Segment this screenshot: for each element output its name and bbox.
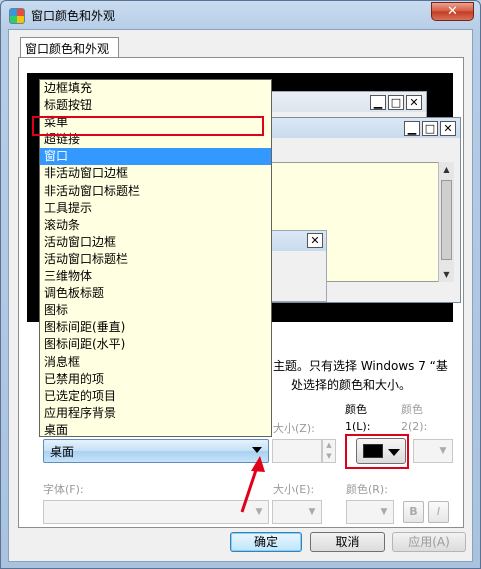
item-size-spinner: ▲ ▼ <box>322 439 336 463</box>
list-item[interactable]: 工具提示 <box>40 200 271 217</box>
list-item[interactable]: 边框填充 <box>40 80 271 97</box>
font-color-label: 颜色(R): <box>346 483 388 496</box>
item-size-field <box>272 439 322 463</box>
preview-scrollbar: ▲ ▼ <box>438 162 454 282</box>
spin-down-icon: ▼ <box>326 452 332 460</box>
close-icon: ✕ <box>307 233 323 248</box>
list-item[interactable]: 调色板标题 <box>40 285 271 302</box>
list-item[interactable]: 图标间距(垂直) <box>40 319 271 336</box>
list-item[interactable]: 三维物体 <box>40 268 271 285</box>
list-item[interactable]: 应用程序背景 <box>40 405 271 422</box>
color1-label-bottom: 1(L): <box>345 420 371 433</box>
font-label: 字体(F): <box>43 483 84 496</box>
font-combo: ▼ <box>43 500 269 524</box>
close-icon: ✕ <box>440 121 456 136</box>
color2-label-bottom: 2(2): <box>401 420 428 433</box>
close-icon: ✕ <box>406 95 422 110</box>
scroll-up-icon: ▲ <box>443 165 450 174</box>
italic-button: I <box>428 501 449 523</box>
list-item[interactable]: 消息框 <box>40 354 271 371</box>
list-item[interactable]: 图标间距(水平) <box>40 336 271 353</box>
chevron-down-icon <box>252 447 262 453</box>
item-combo-value: 桌面 <box>50 445 75 459</box>
list-item[interactable]: 非活动窗口边框 <box>40 165 271 182</box>
info-text-line1: 主题。只有选择 Windows 7 “基 <box>273 359 448 373</box>
list-item[interactable]: 活动窗口边框 <box>40 234 271 251</box>
list-item[interactable]: 已禁用的项 <box>40 371 271 388</box>
info-text-line2: 处选择的颜色和大小。 <box>291 378 412 392</box>
scroll-thumb <box>441 180 452 260</box>
dialog-client: 窗口颜色和外观 ▁ □ ✕ ▁ □ ✕ ▲ ▼ ✕ 主题。只有选择 Window… <box>8 29 473 562</box>
maximize-icon: □ <box>422 121 438 136</box>
chevron-down-icon: ▼ <box>439 446 447 456</box>
dialog-window: 窗口颜色和外观 ✕ 窗口颜色和外观 ▁ □ ✕ ▁ □ ✕ ▲ ▼ ✕ 主题。只… <box>0 0 481 569</box>
ok-button[interactable]: 确定 <box>230 532 302 552</box>
preview-inactive-buttons: ▁ □ ✕ <box>370 95 422 110</box>
preview-active-buttons: ▁ □ ✕ <box>404 121 456 136</box>
scroll-down-icon: ▼ <box>443 270 450 279</box>
close-button[interactable]: ✕ <box>431 2 474 21</box>
tab-window-color-appearance[interactable]: 窗口颜色和外观 <box>20 37 119 58</box>
maximize-icon: □ <box>388 95 404 110</box>
list-item[interactable]: 滚动条 <box>40 217 271 234</box>
window-title: 窗口颜色和外观 <box>31 9 116 23</box>
item-combo[interactable]: 桌面 <box>43 439 269 463</box>
list-item[interactable]: 标题按钮 <box>40 97 271 114</box>
color1-highlight-box <box>345 434 409 469</box>
chevron-down-icon: ▼ <box>308 507 316 517</box>
color2-label-top: 颜色 <box>401 403 423 416</box>
list-item[interactable]: 活动窗口标题栏 <box>40 251 271 268</box>
bold-button: B <box>403 501 424 523</box>
list-item[interactable]: 非活动窗口标题栏 <box>40 183 271 200</box>
chevron-down-icon: ▼ <box>380 507 388 517</box>
color1-label-top: 颜色 <box>345 403 367 416</box>
title-bar[interactable]: 窗口颜色和外观 ✕ <box>1 1 480 29</box>
list-item[interactable]: 桌面 <box>40 422 271 439</box>
list-item[interactable]: 图标 <box>40 302 271 319</box>
chevron-down-icon: ▼ <box>255 507 263 517</box>
minimize-icon: ▁ <box>370 95 386 110</box>
cancel-button[interactable]: 取消 <box>310 532 385 552</box>
list-item-selected[interactable]: 窗口 <box>40 148 271 166</box>
preview-message-buttons: ✕ <box>307 233 323 248</box>
color-palette-icon <box>9 8 25 24</box>
color2-picker-button: ▼ <box>413 439 453 463</box>
apply-button: 应用(A) <box>392 532 466 552</box>
item-size-label: 大小(Z): <box>273 422 315 435</box>
spin-up-icon: ▲ <box>326 441 332 449</box>
list-selection-highlight-box <box>32 116 264 136</box>
list-item[interactable]: 已选定的项目 <box>40 388 271 405</box>
font-size-combo: ▼ <box>272 500 322 524</box>
font-size-label: 大小(E): <box>273 483 315 496</box>
font-color-button: ▼ <box>346 500 394 524</box>
minimize-icon: ▁ <box>404 121 420 136</box>
